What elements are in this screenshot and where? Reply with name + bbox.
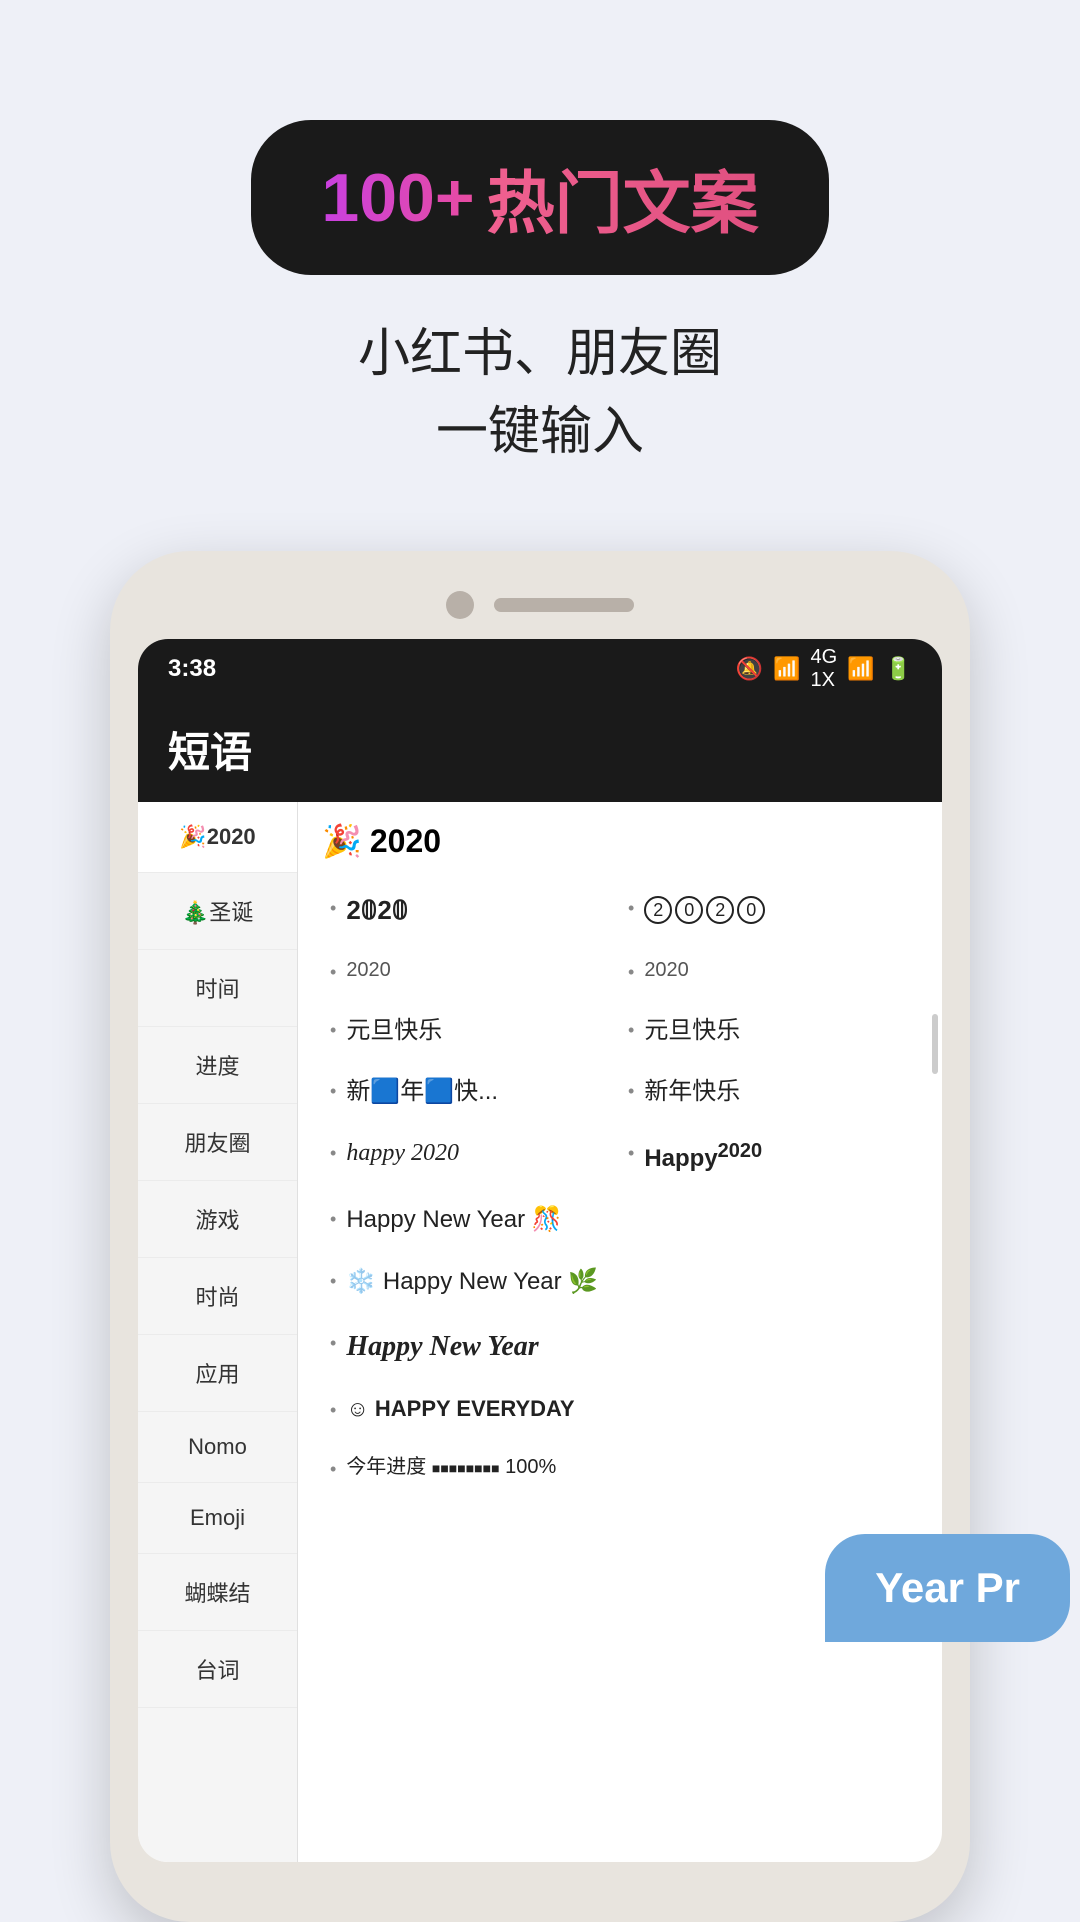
- item-text: Happy New Year: [346, 1327, 538, 1366]
- list-item[interactable]: • Happy New Year: [322, 1313, 918, 1380]
- network-icon: 4G1X: [811, 646, 838, 692]
- wifi-icon: 📶: [773, 656, 800, 682]
- app-header: 短语: [138, 699, 942, 802]
- list-item[interactable]: • ☺ HAPPY EVERYDAY: [322, 1380, 918, 1439]
- section-icon: 🎉: [322, 822, 362, 860]
- subtitle-line1: 小红书、朋友圈: [358, 315, 722, 393]
- signal-icon: 📶: [847, 656, 874, 682]
- sidebar-item-emoji[interactable]: Emoji: [138, 1483, 297, 1554]
- item-text: 2020: [346, 956, 391, 984]
- bullet: •: [628, 896, 634, 921]
- main-content: 🎉 2020 • 2𝟘2𝟘 • 2: [298, 802, 942, 1862]
- bullet: •: [628, 1141, 634, 1166]
- sidebar-item-2020[interactable]: 🎉2020: [138, 802, 297, 873]
- bullet: •: [628, 960, 634, 985]
- item-text: 元旦快乐: [644, 1014, 740, 1048]
- mute-icon: 🔕: [736, 656, 763, 682]
- phone-screen: 3:38 🔕 📶 4G1X 📶 🔋 短语 🎉2020 🎄圣诞: [138, 639, 942, 1862]
- sidebar-item-nomo[interactable]: Nomo: [138, 1412, 297, 1483]
- sidebar-item-games[interactable]: 游戏: [138, 1181, 297, 1258]
- content-area: 🎉2020 🎄圣诞 时间 进度 朋友圈 游戏 时尚 应用 Nomo Emoji …: [138, 802, 942, 1862]
- bullet: •: [330, 1141, 336, 1166]
- sidebar-item-christmas[interactable]: 🎄圣诞: [138, 873, 297, 950]
- list-item[interactable]: • Happy New Year 🎊: [322, 1189, 918, 1251]
- promo-badge-container: 100+ 热门文案: [251, 120, 828, 275]
- sidebar-item-progress[interactable]: 进度: [138, 1027, 297, 1104]
- item-text: 今年进度 ■■■■■■■■ 100%: [346, 1453, 556, 1481]
- promo-badge: 100+ 热门文案: [251, 120, 828, 275]
- speaker-bar: [494, 598, 634, 612]
- bullet: •: [330, 1398, 336, 1423]
- list-item[interactable]: • 今年进度 ■■■■■■■■ 100%: [322, 1439, 918, 1496]
- item-text: 新🟦年🟦快...: [346, 1075, 498, 1109]
- sidebar-item-apps[interactable]: 应用: [138, 1335, 297, 1412]
- tooltip-bubble: Year Pr: [825, 1534, 1070, 1642]
- list-item[interactable]: • 2𝟘2𝟘: [322, 878, 620, 942]
- status-bar: 3:38 🔕 📶 4G1X 📶 🔋: [138, 639, 942, 699]
- bullet: •: [330, 1079, 336, 1104]
- list-item[interactable]: • 2020: [620, 942, 918, 999]
- list-item[interactable]: • 2020: [322, 942, 620, 999]
- sidebar-item-fashion[interactable]: 时尚: [138, 1258, 297, 1335]
- list-item[interactable]: • 2 0 2 0: [620, 878, 918, 942]
- list-item[interactable]: • 元旦快乐: [322, 1000, 620, 1062]
- section-year: 2020: [370, 823, 441, 860]
- badge-number: 100+: [321, 159, 474, 237]
- item-text: Happy2020: [644, 1137, 762, 1176]
- bullet: •: [330, 1018, 336, 1043]
- battery-icon: 🔋: [885, 656, 912, 682]
- sidebar-item-lines[interactable]: 台词: [138, 1631, 297, 1708]
- list-item[interactable]: • Happy2020: [620, 1123, 918, 1190]
- item-text: Happy New Year 🎊: [346, 1203, 561, 1237]
- sidebar-item-bow[interactable]: 蝴蝶结: [138, 1554, 297, 1631]
- item-text: ❄️ Happy New Year 🌿: [346, 1265, 598, 1299]
- bullet: •: [330, 896, 336, 921]
- subtitle: 小红书、朋友圈 一键输入: [358, 315, 722, 471]
- bullet: •: [628, 1018, 634, 1043]
- item-text: 元旦快乐: [346, 1014, 442, 1048]
- sidebar: 🎉2020 🎄圣诞 时间 进度 朋友圈 游戏 时尚 应用 Nomo Emoji …: [138, 802, 298, 1862]
- list-item[interactable]: • happy 2020: [322, 1123, 620, 1190]
- sidebar-item-moments[interactable]: 朋友圈: [138, 1104, 297, 1181]
- app-title: 短语: [168, 719, 912, 780]
- list-item[interactable]: • 元旦快乐: [620, 1000, 918, 1062]
- item-text: ☺ HAPPY EVERYDAY: [346, 1394, 574, 1425]
- badge-text: 热门文案: [487, 148, 759, 247]
- bullet: •: [330, 1207, 336, 1232]
- subtitle-line2: 一键输入: [358, 393, 722, 471]
- scrollbar[interactable]: [932, 1014, 938, 1074]
- status-time: 3:38: [168, 655, 216, 683]
- bullet: •: [330, 960, 336, 985]
- item-text: 2 0 2 0: [644, 892, 765, 926]
- list-item[interactable]: • 新🟦年🟦快...: [322, 1061, 620, 1123]
- bullet: •: [330, 1269, 336, 1294]
- list-item[interactable]: • ❄️ Happy New Year 🌿: [322, 1251, 918, 1313]
- items-grid: • 2𝟘2𝟘 • 2 0 2 0: [322, 878, 918, 1496]
- camera-dot: [446, 591, 474, 619]
- list-item[interactable]: • 新年快乐: [620, 1061, 918, 1123]
- section-title: 🎉 2020: [322, 822, 918, 860]
- status-icons: 🔕 📶 4G1X 📶 🔋: [736, 646, 912, 692]
- bullet: •: [330, 1331, 336, 1356]
- item-text: happy 2020: [346, 1137, 459, 1171]
- item-text: 2020: [644, 956, 689, 984]
- phone-top-bar: [138, 581, 942, 629]
- bullet: •: [628, 1079, 634, 1104]
- item-text: 2𝟘2𝟘: [346, 892, 408, 928]
- phone-outer: 3:38 🔕 📶 4G1X 📶 🔋 短语 🎉2020 🎄圣诞: [110, 551, 970, 1922]
- phone-mockup: 3:38 🔕 📶 4G1X 📶 🔋 短语 🎉2020 🎄圣诞: [110, 551, 970, 1922]
- bullet: •: [330, 1457, 336, 1482]
- sidebar-item-time[interactable]: 时间: [138, 950, 297, 1027]
- item-text: 新年快乐: [644, 1075, 740, 1109]
